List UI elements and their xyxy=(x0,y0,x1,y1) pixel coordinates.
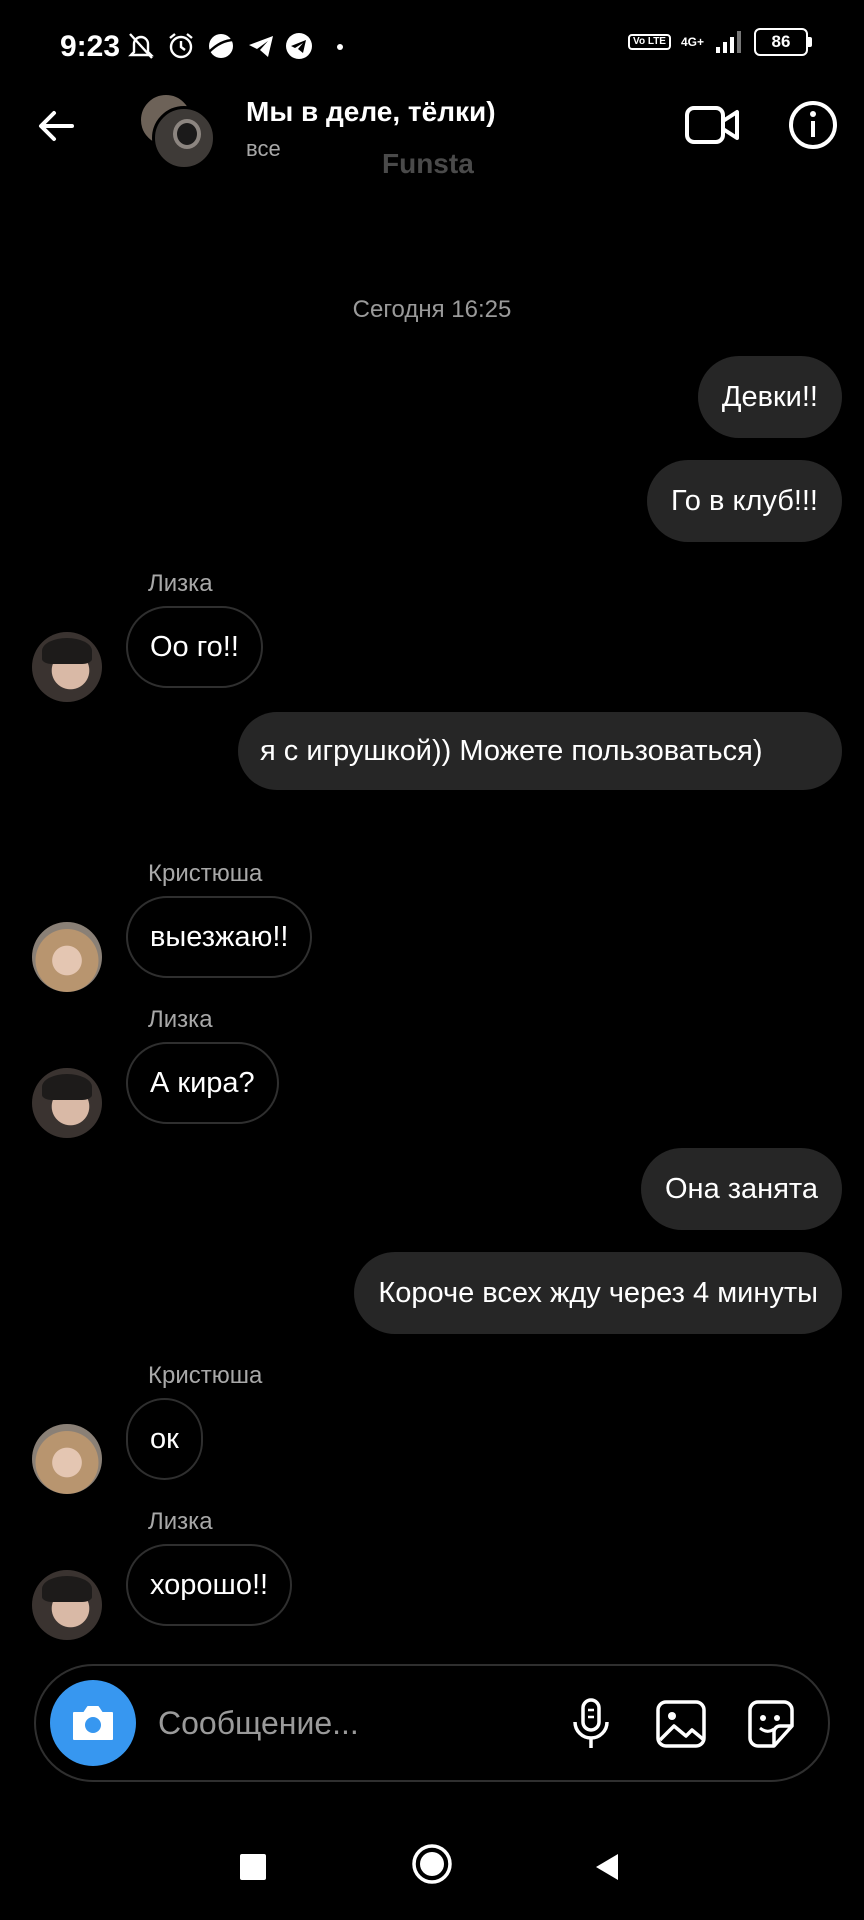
avatar[interactable] xyxy=(32,1570,102,1640)
chat-header: Мы в деле, тёлки) все Funsta xyxy=(0,92,864,222)
sender-name: Лизка xyxy=(148,1006,213,1033)
outgoing-message[interactable]: Го в клуб!!! xyxy=(647,460,842,542)
sender-name: Лизка xyxy=(148,570,213,597)
outgoing-message[interactable]: я с игрушкой)) Можете пользоваться) xyxy=(238,712,842,790)
incoming-message[interactable]: выезжаю!! xyxy=(126,896,313,978)
battery-indicator: 86 xyxy=(754,28,812,56)
status-time: 9:23 xyxy=(60,30,121,63)
chat-title[interactable]: Мы в деле, тёлки) xyxy=(246,96,496,128)
incoming-message[interactable]: хорошо!! xyxy=(126,1544,293,1626)
back-triangle-icon[interactable] xyxy=(590,1850,624,1884)
network-type: 4G+ xyxy=(680,35,704,49)
avatar[interactable] xyxy=(32,922,102,992)
system-nav-bar xyxy=(0,1820,864,1920)
telegram-icon xyxy=(249,36,273,57)
home-icon[interactable] xyxy=(410,1842,454,1886)
outgoing-message[interactable]: Девки!! xyxy=(697,356,842,438)
planet-app-icon xyxy=(208,34,235,58)
image-icon[interactable] xyxy=(654,1696,708,1752)
message-composer xyxy=(34,1664,830,1782)
chat-subtitle: все xyxy=(246,136,281,161)
volte-indicator: Vo LTE xyxy=(628,34,671,50)
status-bar: 9:23 Vo LTE 4G+ 86 xyxy=(0,0,864,92)
outgoing-message[interactable]: Она занята xyxy=(641,1148,842,1230)
avatar xyxy=(152,106,216,170)
avatar[interactable] xyxy=(32,1068,102,1138)
group-avatar[interactable] xyxy=(138,92,216,170)
camera-icon xyxy=(73,1706,113,1740)
camera-button[interactable] xyxy=(50,1680,136,1766)
microphone-icon[interactable] xyxy=(564,1696,618,1752)
sticker-icon[interactable] xyxy=(744,1696,798,1752)
sender-name: Кристюша xyxy=(148,860,263,887)
sender-name: Кристюша xyxy=(148,1362,263,1389)
recent-apps-icon[interactable] xyxy=(236,1850,270,1884)
chat-timestamp: Сегодня 16:25 xyxy=(352,296,512,323)
info-icon[interactable] xyxy=(788,100,838,150)
dot-icon xyxy=(337,44,343,50)
watermark: Funsta xyxy=(382,148,474,179)
alarm-icon xyxy=(169,33,193,59)
message-input[interactable] xyxy=(156,1696,560,1750)
avatar[interactable] xyxy=(32,1424,102,1494)
arrow-left-icon[interactable] xyxy=(34,104,78,148)
avatar[interactable] xyxy=(32,632,102,702)
incoming-message[interactable]: ок xyxy=(126,1398,203,1480)
sender-name: Лизка xyxy=(148,1508,213,1535)
telegram-circle-icon xyxy=(286,33,312,59)
signal-icon xyxy=(716,31,741,53)
incoming-message[interactable]: Оо го!! xyxy=(126,606,263,688)
bell-off-icon xyxy=(128,33,154,59)
video-camera-icon[interactable] xyxy=(684,102,740,148)
incoming-message[interactable]: А кира? xyxy=(126,1042,279,1124)
outgoing-message[interactable]: Короче всех жду через 4 минуты xyxy=(354,1252,842,1334)
